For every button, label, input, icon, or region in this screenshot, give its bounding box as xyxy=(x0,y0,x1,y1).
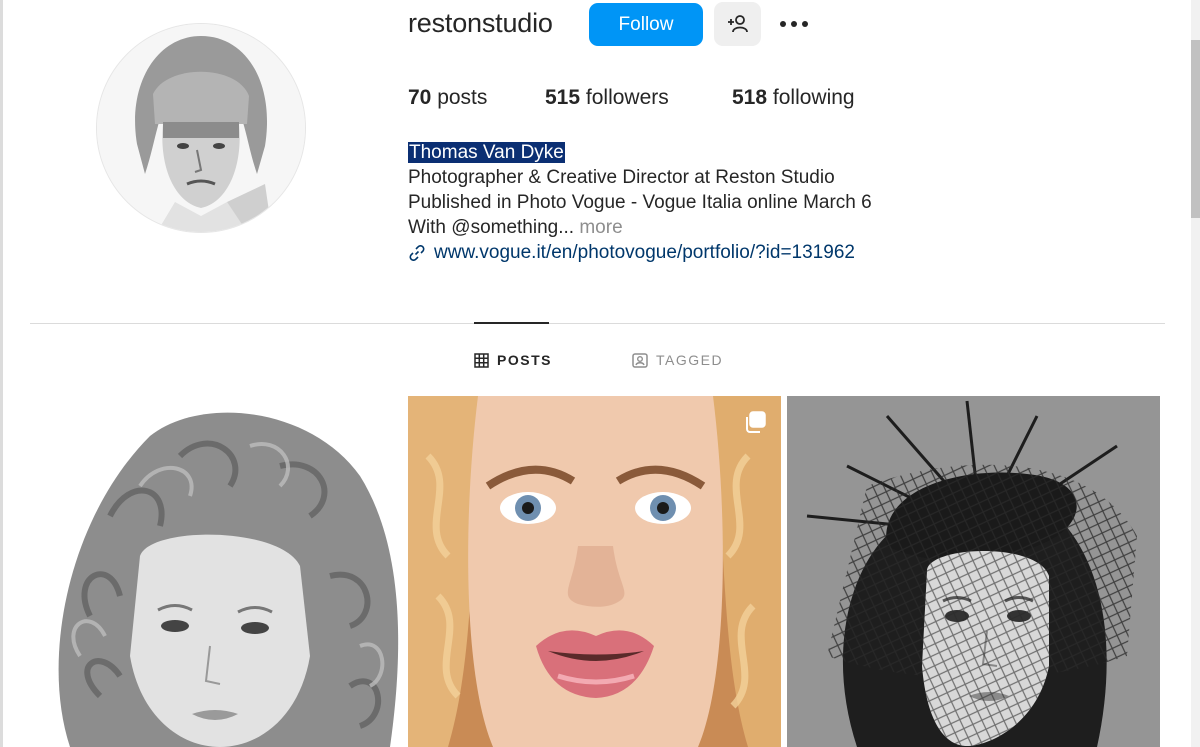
posts-label: posts xyxy=(437,86,488,109)
bio-line-1: Photographer & Creative Director at Rest… xyxy=(408,167,835,188)
carousel-icon xyxy=(746,411,766,433)
post-image xyxy=(787,396,1160,747)
tab-posts[interactable]: POSTS xyxy=(474,352,552,368)
profile-avatar[interactable] xyxy=(96,23,306,233)
profile-bio: Thomas Van Dyke Photographer & Creative … xyxy=(408,140,872,265)
page-scrollbar[interactable] xyxy=(1191,0,1200,747)
bio-line-2: Published in Photo Vogue - Vogue Italia … xyxy=(408,192,872,213)
followers-label: followers xyxy=(585,86,669,109)
followers-stat[interactable]: 515 followers xyxy=(545,86,669,110)
post-image xyxy=(408,396,781,747)
post-image xyxy=(30,396,403,747)
scrollbar-thumb[interactable] xyxy=(1191,40,1200,218)
tagged-person-icon xyxy=(632,353,648,368)
grid-icon xyxy=(474,352,489,368)
person-plus-icon xyxy=(727,15,748,33)
following-label: following xyxy=(772,86,855,109)
website-link[interactable]: www.vogue.it/en/photovogue/portfolio/?id… xyxy=(408,240,872,265)
avatar-image xyxy=(97,24,305,232)
profile-full-name: Thomas Van Dyke xyxy=(408,142,565,163)
link-icon xyxy=(409,244,425,261)
window-left-border xyxy=(0,0,3,747)
tab-tagged-label: TAGGED xyxy=(656,352,724,368)
website-url: www.vogue.it/en/photovogue/portfolio/?id… xyxy=(434,242,855,263)
tab-tagged[interactable]: TAGGED xyxy=(632,352,723,368)
more-options-button[interactable] xyxy=(775,10,813,38)
more-horizontal-icon xyxy=(780,21,808,27)
bio-more-link[interactable]: more xyxy=(579,217,622,238)
suggest-accounts-button[interactable] xyxy=(714,2,761,46)
active-tab-indicator xyxy=(474,322,549,324)
followers-count: 515 xyxy=(545,86,581,109)
posts-count: 70 xyxy=(408,86,432,109)
follow-button[interactable]: Follow xyxy=(589,3,703,46)
following-count: 518 xyxy=(732,86,768,109)
following-stat[interactable]: 518 following xyxy=(732,86,855,110)
profile-username: restonstudio xyxy=(408,8,553,38)
post-thumbnail[interactable] xyxy=(787,396,1160,747)
post-thumbnail[interactable] xyxy=(30,396,403,747)
posts-count-stat: 70 posts xyxy=(408,86,487,110)
bio-line-3: With @something... xyxy=(408,217,575,238)
post-thumbnail[interactable] xyxy=(408,396,781,747)
tab-posts-label: POSTS xyxy=(497,352,552,368)
profile-divider xyxy=(30,323,1165,324)
